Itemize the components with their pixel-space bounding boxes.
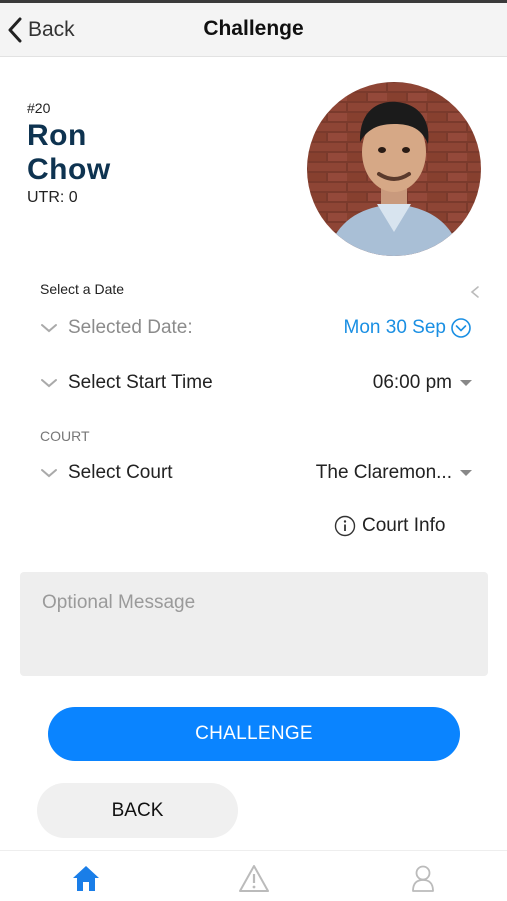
user-icon xyxy=(412,865,434,892)
selected-date-value[interactable]: Mon 30 Sep xyxy=(344,311,472,345)
player-rank: #20 xyxy=(27,100,51,116)
start-time-select[interactable]: 06:00 pm xyxy=(373,366,472,400)
avatar-photo xyxy=(307,82,481,256)
court-info-label: Court Info xyxy=(362,515,446,536)
player-utr: UTR: 0 xyxy=(27,189,78,206)
player-last-name: Chow xyxy=(27,153,111,186)
home-icon xyxy=(73,866,99,891)
select-date-caption: Select a Date xyxy=(40,281,125,297)
nav-bar: Back Challenge xyxy=(0,3,507,57)
dropdown-caret-icon xyxy=(460,380,472,386)
chevron-down-icon xyxy=(41,324,57,333)
court-info-button[interactable]: Court Info xyxy=(334,512,445,540)
tab-alerts[interactable] xyxy=(237,861,271,895)
start-time-label: Select Start Time xyxy=(68,372,213,393)
court-caption: COURT xyxy=(40,428,90,444)
optional-message-field[interactable] xyxy=(20,572,488,676)
warning-icon xyxy=(239,865,269,892)
tab-profile[interactable] xyxy=(406,861,440,895)
court-value: The Claremon... xyxy=(315,462,452,483)
selected-date-label: Selected Date: xyxy=(68,317,193,338)
info-icon xyxy=(334,515,356,537)
challenge-button[interactable]: CHALLENGE xyxy=(48,707,460,761)
back-button[interactable]: BACK xyxy=(37,783,238,838)
court-select[interactable]: The Claremon... xyxy=(316,456,472,490)
dropdown-caret-icon xyxy=(460,470,472,476)
court-row[interactable]: Select Court The Claremon... xyxy=(40,456,472,490)
collapse-calendar-icon[interactable] xyxy=(470,285,480,299)
page-title: Challenge xyxy=(203,17,304,40)
selected-date-row[interactable]: Selected Date: Mon 30 Sep xyxy=(40,311,472,345)
tab-bar xyxy=(0,850,507,901)
start-time-value: 06:00 pm xyxy=(372,372,452,393)
chevron-down-icon xyxy=(41,379,57,388)
start-time-row[interactable]: Select Start Time 06:00 pm xyxy=(40,366,472,400)
tab-home[interactable] xyxy=(69,861,103,895)
avatar xyxy=(307,82,481,256)
court-label: Select Court xyxy=(68,462,173,483)
player-name: Ron Chow xyxy=(27,119,111,187)
chevron-down-icon xyxy=(41,469,57,478)
selected-date-text: Mon 30 Sep xyxy=(343,317,446,338)
player-first-name: Ron xyxy=(27,119,87,152)
chevron-circle-down-icon xyxy=(451,318,471,338)
